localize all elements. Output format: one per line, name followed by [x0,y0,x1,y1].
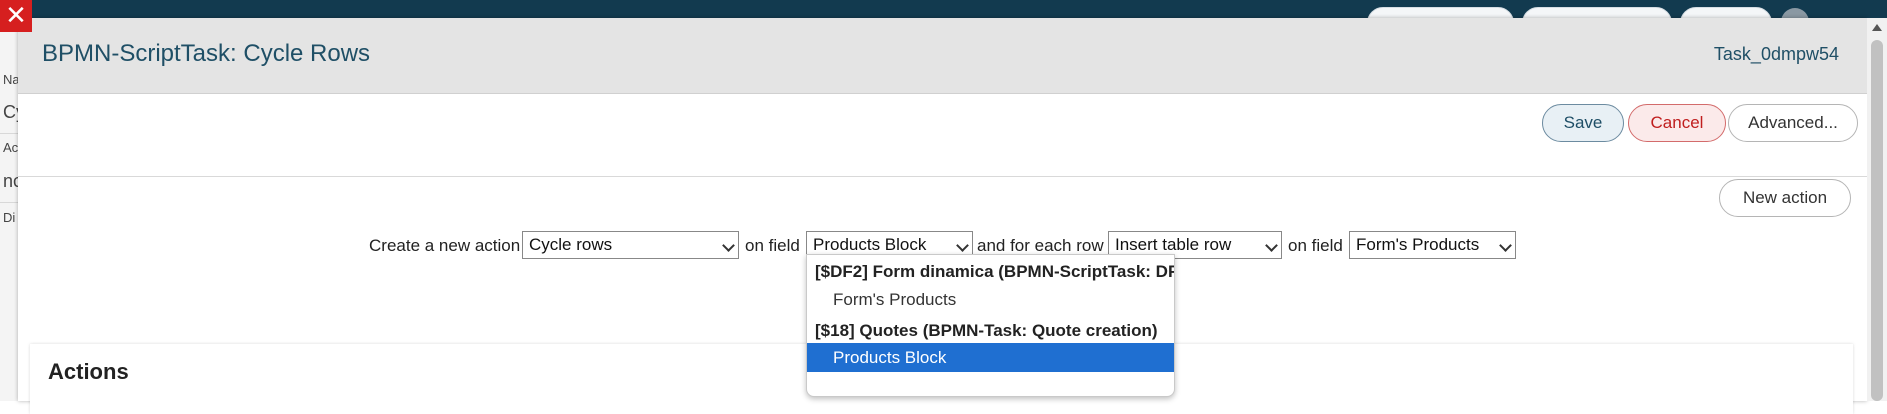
save-button[interactable]: Save [1542,104,1624,142]
chevron-down-icon [956,239,969,252]
new-action-button[interactable]: New action [1719,179,1851,217]
scrollbar-thumb[interactable] [1871,40,1883,401]
page-title: BPMN-ScriptTask: Cycle Rows [42,40,371,67]
target-field-select-value: Form's Products [1356,235,1480,254]
field-select-value: Products Block [813,235,927,254]
field-dropdown-list: [$DF2] Form dinamica (BPMN-ScriptTask: D… [806,254,1175,397]
on-field-label-2: on field [1288,236,1343,255]
target-field-select[interactable]: Form's Products [1349,231,1516,259]
modal-scrollbar[interactable] [1867,18,1887,401]
cancel-button[interactable]: Cancel [1628,104,1726,142]
bg-label: Ac [3,140,19,155]
modal-toolbar: Save Cancel Advanced... [18,94,1867,177]
dropdown-group-label: [$DF2] Form dinamica (BPMN-ScriptTask: D… [815,262,1175,281]
scroll-up-icon[interactable] [1872,24,1882,31]
bg-label: Di [3,210,16,225]
dropdown-option[interactable]: Form's Products [807,285,1174,314]
background-sidebar: Na Cy Ac nc Di [0,24,25,401]
rule-prefix-label: Create a new action [369,236,521,255]
action-select[interactable]: Cycle rows [522,231,739,259]
on-field-label: on field [745,236,800,255]
chevron-down-icon [1265,239,1278,252]
edit-task-modal: BPMN-ScriptTask: Cycle Rows Task_0dmpw54… [18,18,1867,414]
actions-heading: Actions [48,359,129,384]
dropdown-option-selected[interactable]: Products Block [807,343,1174,372]
modal-header: BPMN-ScriptTask: Cycle Rows Task_0dmpw54 [18,18,1867,94]
dropdown-group-label: [$18] Quotes (BPMN-Task: Quote creation) [815,321,1158,340]
close-icon[interactable]: ✕ [0,0,32,32]
chevron-down-icon [722,239,735,252]
for-each-row-label: and for each row [977,236,1104,255]
row-action-select-value: Insert table row [1115,235,1232,254]
advanced-button[interactable]: Advanced... [1728,104,1858,142]
action-select-value: Cycle rows [529,235,613,254]
task-id: Task_0dmpw54 [1713,44,1839,64]
chevron-down-icon [1499,239,1512,252]
